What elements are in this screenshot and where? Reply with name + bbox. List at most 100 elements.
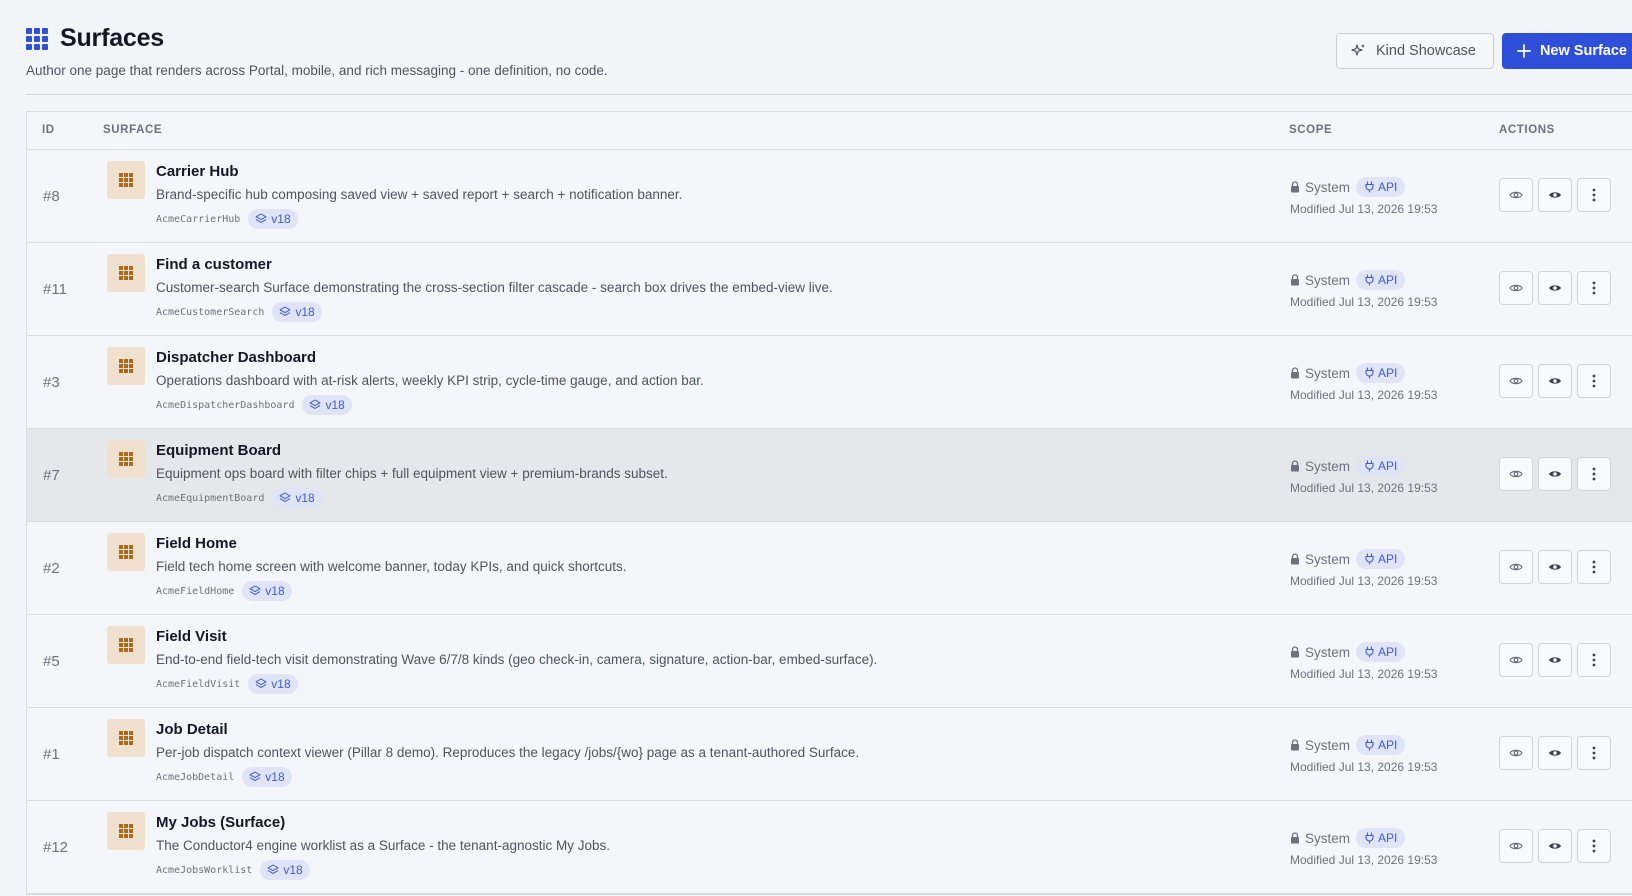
more-options-button[interactable] (1577, 550, 1611, 584)
surface-id: #5 (43, 653, 60, 670)
surface-code: AcmeCustomerSearch (156, 306, 265, 318)
plug-icon (1365, 739, 1374, 751)
more-options-button[interactable] (1577, 364, 1611, 398)
eye-icon (1549, 843, 1561, 849)
eye-icon (1549, 285, 1561, 291)
surface-meta: AcmeFieldHome v18 (156, 581, 292, 601)
api-badge: API (1356, 549, 1406, 569)
surface-description: Operations dashboard with at-risk alerts… (156, 373, 704, 388)
scope-label: System (1305, 830, 1351, 846)
view-button[interactable] (1538, 643, 1572, 677)
more-options-button[interactable] (1577, 829, 1611, 863)
surface-name[interactable]: Find a customer (156, 256, 272, 273)
api-label: API (1378, 273, 1398, 287)
api-badge: API (1356, 642, 1406, 662)
lock-icon (1291, 832, 1299, 844)
surface-description: The Conductor4 engine worklist as a Surf… (156, 838, 610, 853)
plug-icon (1365, 460, 1374, 472)
row-actions (1499, 550, 1611, 584)
version-badge: v18 (242, 767, 292, 787)
surface-id: #12 (43, 839, 69, 856)
lock-icon (1291, 367, 1299, 379)
more-vertical-icon (1592, 188, 1596, 202)
table-row[interactable]: #1 Job Detail Per-job dispatch context v… (27, 708, 1632, 801)
row-actions (1499, 364, 1611, 398)
more-options-button[interactable] (1577, 271, 1611, 305)
surface-thumbnail (107, 161, 145, 199)
grid-icon (119, 359, 133, 373)
version-badge: v18 (272, 488, 322, 508)
preview-button[interactable] (1499, 643, 1533, 677)
modified-timestamp: Modified Jul 13, 2026 19:53 (1290, 295, 1438, 309)
table-row[interactable]: #3 Dispatcher Dashboard Operations dashb… (27, 336, 1632, 429)
scope-label: System (1305, 365, 1351, 381)
preview-button[interactable] (1499, 178, 1533, 212)
new-surface-button[interactable]: New Surface (1502, 33, 1632, 69)
surface-description: Field tech home screen with welcome bann… (156, 559, 627, 574)
view-button[interactable] (1538, 178, 1572, 212)
kind-showcase-button[interactable]: Kind Showcase (1336, 33, 1494, 69)
surface-id: #1 (43, 746, 60, 763)
api-label: API (1378, 366, 1398, 380)
scope-line: System API (1290, 177, 1437, 197)
preview-button[interactable] (1499, 550, 1533, 584)
surface-thumbnail (107, 533, 145, 571)
scope-label: System (1305, 179, 1351, 195)
surface-code: AcmeFieldVisit (156, 678, 241, 690)
surface-name[interactable]: Field Visit (156, 628, 227, 645)
api-label: API (1378, 738, 1398, 752)
view-button[interactable] (1538, 829, 1572, 863)
sparkle-icon (1351, 44, 1365, 56)
table-row[interactable]: #2 Field Home Field tech home screen wit… (27, 522, 1632, 615)
lock-icon (1291, 181, 1299, 193)
header-divider (26, 94, 1632, 95)
table-row[interactable]: #5 Field Visit End-to-end field-tech vis… (27, 615, 1632, 708)
surface-code: AcmeJobsWorklist (156, 864, 253, 876)
preview-button[interactable] (1499, 271, 1533, 305)
surface-name[interactable]: Equipment Board (156, 442, 281, 459)
surface-description: Equipment ops board with filter chips + … (156, 466, 668, 481)
scope-line: System API (1290, 270, 1437, 290)
preview-button[interactable] (1499, 457, 1533, 491)
scope-system: System (1290, 645, 1350, 660)
table-row[interactable]: #8 Carrier Hub Brand-specific hub compos… (27, 150, 1632, 243)
more-options-button[interactable] (1577, 178, 1611, 212)
api-badge: API (1356, 363, 1406, 383)
preview-button[interactable] (1499, 829, 1533, 863)
layers-icon (249, 771, 261, 781)
surface-name[interactable]: Job Detail (156, 721, 228, 738)
table-row[interactable]: #7 Equipment Board Equipment ops board w… (27, 429, 1632, 522)
version-badge: v18 (260, 860, 310, 880)
more-vertical-icon (1592, 467, 1596, 481)
surface-thumbnail (107, 812, 145, 850)
eye-icon (1549, 471, 1561, 477)
view-button[interactable] (1538, 736, 1572, 770)
surface-thumbnail (107, 347, 145, 385)
more-options-button[interactable] (1577, 457, 1611, 491)
surface-name[interactable]: Carrier Hub (156, 163, 239, 180)
surface-name[interactable]: Field Home (156, 535, 237, 552)
surface-name[interactable]: My Jobs (Surface) (156, 814, 285, 831)
more-options-button[interactable] (1577, 643, 1611, 677)
view-button[interactable] (1538, 550, 1572, 584)
version-label: v18 (283, 863, 303, 877)
api-label: API (1378, 552, 1398, 566)
more-options-button[interactable] (1577, 736, 1611, 770)
eye-outline-icon (1509, 842, 1523, 850)
eye-outline-icon (1509, 470, 1523, 478)
layers-icon (309, 399, 321, 409)
view-button[interactable] (1538, 271, 1572, 305)
version-label: v18 (265, 770, 285, 784)
view-button[interactable] (1538, 364, 1572, 398)
view-button[interactable] (1538, 457, 1572, 491)
table-row[interactable]: #12 My Jobs (Surface) The Conductor4 eng… (27, 801, 1632, 894)
row-actions (1499, 178, 1611, 212)
surface-name[interactable]: Dispatcher Dashboard (156, 349, 316, 366)
scope-label: System (1305, 737, 1351, 753)
more-vertical-icon (1592, 746, 1596, 760)
eye-icon (1549, 750, 1561, 756)
modified-timestamp: Modified Jul 13, 2026 19:53 (1290, 481, 1438, 495)
preview-button[interactable] (1499, 364, 1533, 398)
preview-button[interactable] (1499, 736, 1533, 770)
table-row[interactable]: #11 Find a customer Customer-search Surf… (27, 243, 1632, 336)
